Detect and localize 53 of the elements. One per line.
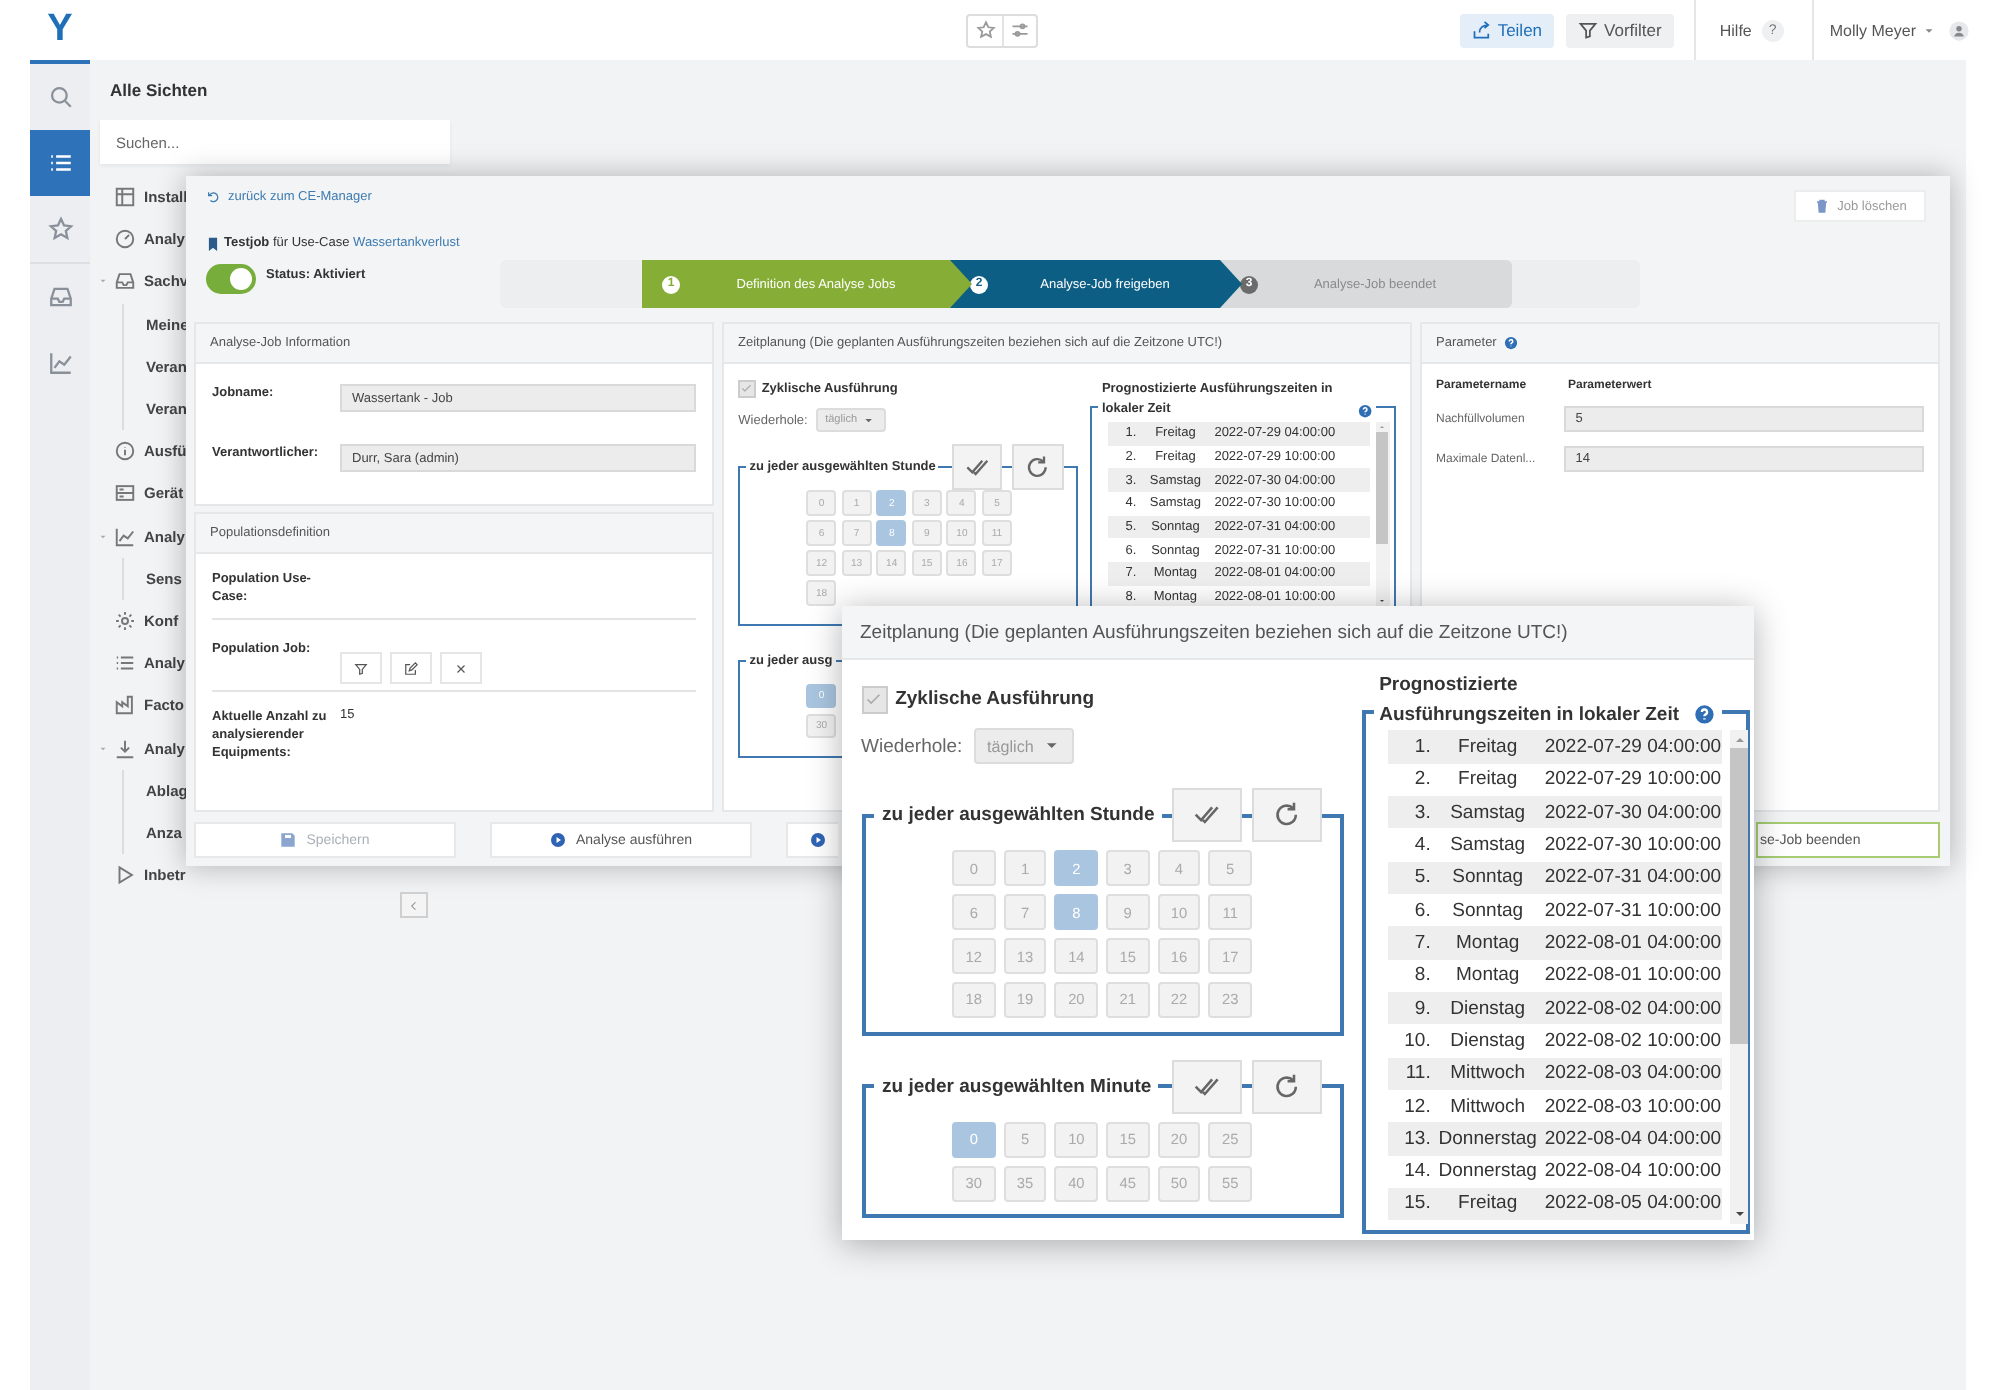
day-name: Donnerstag xyxy=(1436,1127,1539,1150)
row-index: 3. xyxy=(1412,801,1431,824)
day-name: Montag xyxy=(1454,931,1522,954)
checkbox-label: Zyklische Ausführung xyxy=(895,688,1095,711)
field-label: Wiederhole: xyxy=(861,735,963,758)
date-time: 2022-08-05 04:00:00 xyxy=(1544,1192,1722,1215)
day-name: Freitag xyxy=(1456,768,1520,791)
date-time: 2022-08-04 04:00:00 xyxy=(1544,1127,1722,1150)
row-index: 12. xyxy=(1402,1095,1431,1117)
logo: Y xyxy=(45,8,75,52)
row-index: 14. xyxy=(1402,1160,1431,1183)
date-time: 2022-08-02 10:00:00 xyxy=(1544,1029,1722,1052)
day-name: Donnerstag xyxy=(1436,1160,1539,1183)
date-time: 2022-08-02 04:00:00 xyxy=(1544,997,1722,1020)
sidebar-title: Alle Sichten xyxy=(108,80,210,104)
date-time: 2022-08-03 04:00:00 xyxy=(1544,1062,1722,1085)
day-name: Dienstag xyxy=(1448,1029,1528,1052)
group-legend: zu jeder ausgewählten Stunde xyxy=(874,804,1163,827)
row-index: 4. xyxy=(1412,833,1431,856)
day-name: Samstag xyxy=(1448,833,1528,856)
date-time: 2022-07-29 10:00:00 xyxy=(1544,768,1722,791)
date-time: 2022-08-03 10:00:00 xyxy=(1544,1095,1722,1117)
row-index: 6. xyxy=(1412,899,1431,922)
row-index: 10. xyxy=(1402,1029,1431,1052)
group-legend: zu jeder ausgewählten Minute xyxy=(874,1075,1159,1098)
panel-title: Zeitplanung (Die geplanten Ausführungszeiten beziehen sich auf die Zeitzone UTC!) xyxy=(860,621,1568,643)
day-name: Montag xyxy=(1454,964,1522,987)
date-time: 2022-07-30 10:00:00 xyxy=(1544,833,1722,856)
date-time: 2022-07-31 04:00:00 xyxy=(1544,866,1722,889)
row-index: 2. xyxy=(1412,768,1431,791)
row-index: 7. xyxy=(1412,931,1431,954)
date-time: 2022-08-01 04:00:00 xyxy=(1544,931,1722,954)
row-index: 11. xyxy=(1403,1062,1431,1085)
row-index: 5. xyxy=(1412,866,1431,889)
date-time: 2022-07-29 04:00:00 xyxy=(1544,735,1722,758)
date-time: 2022-07-30 04:00:00 xyxy=(1544,801,1722,824)
day-name: Mittwoch xyxy=(1448,1095,1528,1117)
day-name: Sonntag xyxy=(1450,899,1526,922)
row-index: 13. xyxy=(1402,1127,1431,1150)
day-name: Dienstag xyxy=(1448,997,1528,1020)
row-index: 15. xyxy=(1402,1192,1431,1215)
row-index: 8. xyxy=(1412,964,1431,987)
forecast-title: Prognostizierte Ausführungszeiten in lokaler Zeit xyxy=(1379,671,1682,730)
date-time: 2022-08-01 10:00:00 xyxy=(1544,964,1722,987)
row-index: 1. xyxy=(1412,735,1431,758)
day-name: Freitag xyxy=(1456,735,1520,758)
day-name: Freitag xyxy=(1456,1192,1520,1215)
date-time: 2022-07-31 10:00:00 xyxy=(1544,899,1722,922)
date-time: 2022-08-04 10:00:00 xyxy=(1544,1160,1722,1183)
day-name: Mittwoch xyxy=(1448,1062,1528,1085)
row-index: 9. xyxy=(1412,997,1431,1020)
day-name: Sonntag xyxy=(1450,866,1526,889)
day-name: Samstag xyxy=(1448,801,1528,824)
